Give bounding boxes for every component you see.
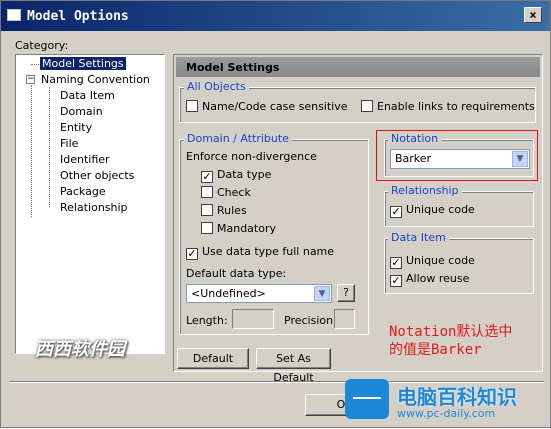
- brand-watermark: 电脑百科知识 www.pc-daily.com: [339, 373, 551, 429]
- title-bar[interactable]: Model Options ×: [1, 1, 550, 31]
- help-button[interactable]: ?: [337, 284, 355, 302]
- panel-header: Model Settings: [176, 57, 540, 77]
- checkbox-box: [201, 186, 213, 198]
- tree-connector: [49, 87, 50, 207]
- model-options-window: Model Options × Category: Model Settings…: [0, 0, 551, 428]
- precision-field[interactable]: [334, 309, 355, 329]
- tree-item-label: Other objects: [60, 169, 135, 182]
- tree-item-file[interactable]: File: [60, 137, 78, 150]
- tree-connector: [31, 85, 32, 217]
- precision-label: Precision:: [284, 314, 337, 327]
- checkbox-label: Rules: [217, 204, 247, 217]
- relationship-title: Relationship: [388, 184, 462, 197]
- check-icon: ✓: [390, 205, 402, 218]
- check-icon: ✓: [201, 170, 213, 183]
- monitor-icon: [345, 379, 389, 419]
- checkbox-label: Mandatory: [217, 222, 277, 235]
- all-objects-title: All Objects: [184, 80, 249, 93]
- collapse-icon[interactable]: −: [26, 75, 35, 84]
- tree-item-relationship[interactable]: Relationship: [60, 201, 128, 214]
- tree-item-naming-convention[interactable]: Naming Convention: [41, 73, 150, 86]
- tree-item-label: File: [60, 137, 79, 150]
- tree-item-label: Relationship: [60, 201, 128, 214]
- checkbox-label: Allow reuse: [406, 272, 470, 285]
- brand-name: 电脑百科知识: [397, 385, 517, 409]
- checkbox-box: [201, 222, 213, 234]
- check-icon: ✓: [390, 256, 402, 269]
- tree-item-domain[interactable]: Domain: [60, 105, 103, 118]
- default-button[interactable]: Default: [177, 348, 249, 369]
- domain-attribute-title: Domain / Attribute: [184, 132, 292, 145]
- length-field[interactable]: [232, 309, 274, 329]
- tree-connector: [31, 64, 39, 65]
- check-checkbox[interactable]: Check: [201, 186, 251, 199]
- check-icon: ✓: [186, 247, 198, 260]
- checkbox-label: Data type: [217, 168, 272, 181]
- tree-item-label: Identifier: [60, 153, 110, 166]
- tree-item-label: Data Item: [60, 89, 115, 102]
- category-tree[interactable]: Model Settings − Naming Convention Data …: [15, 54, 165, 354]
- tree-item-label: Model Settings: [40, 57, 126, 70]
- checkbox-label: Name/Code case sensitive: [202, 100, 348, 113]
- allow-reuse-checkbox[interactable]: ✓ Allow reuse: [390, 272, 469, 287]
- data-item-title: Data Item: [388, 231, 449, 244]
- tree-item-entity[interactable]: Entity: [60, 121, 92, 134]
- category-label: Category:: [15, 39, 69, 52]
- tree-item-label: Entity: [60, 121, 93, 134]
- checkbox-label: Enable links to requirements: [377, 100, 535, 113]
- enforce-non-divergence-label: Enforce non-divergence: [186, 150, 317, 163]
- checkbox-box: [361, 100, 373, 112]
- mandatory-checkbox[interactable]: Mandatory: [201, 222, 276, 235]
- window-app-icon: [7, 9, 21, 21]
- tree-item-other-objects[interactable]: Other objects: [60, 169, 134, 182]
- checkbox-box: [186, 100, 198, 112]
- tree-item-data-item[interactable]: Data Item: [60, 89, 115, 102]
- annotation-line: 的值是Barker: [389, 342, 482, 358]
- window-title: Model Options: [27, 9, 129, 24]
- select-value: <Undefined>: [191, 287, 266, 300]
- default-data-type-select[interactable]: <Undefined> ▼: [186, 284, 332, 303]
- data-item-unique-code-checkbox[interactable]: ✓ Unique code: [390, 254, 475, 269]
- check-icon: ✓: [390, 274, 402, 287]
- brand-url: www.pc-daily.com: [397, 407, 496, 420]
- length-label: Length:: [186, 314, 228, 327]
- set-as-default-button[interactable]: Set As Default: [256, 348, 331, 384]
- annotation-line: Notation默认选中: [389, 324, 513, 340]
- tree-item-label: Naming Convention: [41, 73, 150, 86]
- name-code-case-sensitive-checkbox[interactable]: Name/Code case sensitive: [186, 100, 348, 113]
- checkbox-box: [201, 204, 213, 216]
- enable-links-checkbox[interactable]: Enable links to requirements: [361, 100, 535, 113]
- use-full-name-checkbox[interactable]: ✓ Use data type full name: [186, 245, 334, 260]
- tree-item-identifier[interactable]: Identifier: [60, 153, 110, 166]
- tree-item-model-settings[interactable]: Model Settings: [40, 57, 126, 70]
- highlight-box: [376, 130, 538, 181]
- tree-item-package[interactable]: Package: [60, 185, 106, 198]
- chevron-down-icon[interactable]: ▼: [314, 286, 330, 301]
- checkbox-label: Check: [217, 186, 251, 199]
- watermark-text: 西西软件园: [35, 339, 125, 360]
- checkbox-label: Unique code: [406, 203, 475, 216]
- close-button[interactable]: ×: [524, 7, 542, 23]
- relationship-unique-code-checkbox[interactable]: ✓ Unique code: [390, 203, 475, 218]
- data-type-checkbox[interactable]: ✓ Data type: [201, 168, 271, 183]
- rules-checkbox[interactable]: Rules: [201, 204, 247, 217]
- tree-item-label: Domain: [60, 105, 103, 118]
- annotation-note: Notation默认选中 的值是Barker: [389, 323, 512, 359]
- checkbox-label: Use data type full name: [202, 245, 335, 258]
- default-data-type-label: Default data type:: [186, 267, 287, 280]
- checkbox-label: Unique code: [406, 254, 475, 267]
- tree-item-label: Package: [60, 185, 106, 198]
